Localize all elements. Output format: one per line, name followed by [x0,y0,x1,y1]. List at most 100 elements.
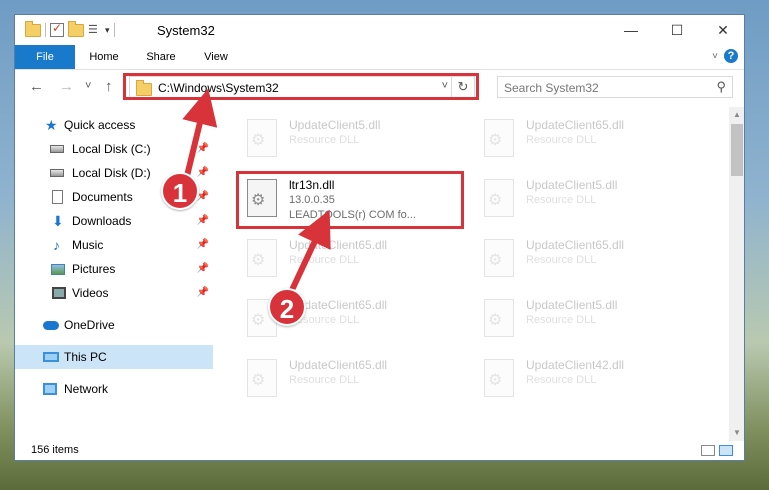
sidebar-item-label: Local Disk (D:) [72,166,151,180]
sidebar-item-label: Quick access [64,118,136,132]
help-icon[interactable]: ? [724,49,738,63]
minimize-button[interactable]: — [608,15,654,45]
file-item[interactable]: UpdateClient5.dll Resource DLL [241,115,471,167]
search-icon[interactable]: ⚲ [716,79,726,95]
video-icon [52,287,66,299]
up-arrow-icon[interactable]: ↑ [105,78,113,95]
file-name: UpdateClient65.dll [526,118,625,132]
search-placeholder: Search System32 [504,81,599,95]
close-button[interactable]: ✕ [700,15,744,45]
toolbar-separator [45,23,46,37]
file-name: UpdateClient65.dll [289,238,388,252]
new-folder-icon[interactable] [68,20,84,37]
toolbar-separator [113,23,115,37]
file-type: Resource DLL [526,314,597,326]
dll-file-icon [247,239,277,277]
sidebar-item-videos[interactable]: Videos 📌 [15,281,213,305]
tab-file[interactable]: File [15,45,75,69]
pin-icon: 📌 [196,167,209,178]
pin-icon: 📌 [196,143,209,154]
sidebar-item-onedrive[interactable]: OneDrive [15,313,213,337]
customize-icon[interactable]: ☰ [88,24,101,36]
drive-icon [50,169,64,177]
picture-icon [51,264,65,275]
step-1-badge: 1 [161,172,199,210]
file-name: UpdateClient65.dll [526,238,625,252]
back-arrow-icon[interactable]: ← [29,78,44,95]
tab-home[interactable]: Home [77,45,131,69]
scrollbar-thumb[interactable] [731,124,743,176]
dll-file-icon [484,179,514,217]
dll-file-icon [484,359,514,397]
file-item[interactable]: UpdateClient5.dll Resource DLL [478,295,708,347]
ribbon-tabs: File Home Share View ˅ ? [15,45,744,70]
properties-checkmark-icon[interactable] [50,21,64,37]
ribbon-controls: ˅ ? [712,49,738,63]
step-2-badge: 2 [268,288,306,326]
file-type: Resource DLL [289,374,360,386]
sidebar-item-pictures[interactable]: Pictures 📌 [15,257,213,281]
title-bar: ☰ ▾ System32 — ☐ ✕ [15,15,744,45]
sidebar-item-downloads[interactable]: ⬇ Downloads 📌 [15,209,213,233]
quick-access-toolbar: ☰ ▾ [25,20,115,38]
file-name: UpdateClient5.dll [526,298,618,312]
maximize-button[interactable]: ☐ [654,15,700,45]
status-bar: 156 items [15,441,744,460]
file-name: UpdateClient65.dll [289,358,388,372]
file-item[interactable]: UpdateClient65.dll Resource DLL [478,115,708,167]
sidebar-item-quick-access[interactable]: ★ Quick access [15,113,213,137]
dll-file-icon [247,359,277,397]
details-view-icon[interactable] [701,445,715,456]
forward-arrow-icon[interactable]: → [59,78,74,95]
file-type: Resource DLL [526,254,597,266]
dll-file-icon [247,119,277,157]
tab-view[interactable]: View [191,45,241,69]
vertical-scrollbar[interactable]: ▲ ▼ [729,107,744,441]
file-name: UpdateClient5.dll [526,178,618,192]
document-icon [52,190,63,204]
scroll-up-icon[interactable]: ▲ [729,107,744,123]
network-icon [43,383,57,395]
dll-file-icon [484,299,514,337]
file-type: Resource DLL [289,254,360,266]
file-type: Resource DLL [526,134,597,146]
file-item[interactable]: UpdateClient65.dll Resource DLL [241,235,471,287]
recent-locations-icon[interactable]: ˅ [85,80,91,92]
file-type: Resource DLL [526,374,597,386]
music-icon: ♪ [53,237,60,253]
sidebar-item-label: This PC [64,350,107,364]
navigation-pane: ★ Quick access Local Disk (C:) 📌 Local D… [15,107,213,437]
sidebar-item-network[interactable]: Network [15,377,213,401]
customize-dropdown-icon[interactable]: ▾ [105,25,110,36]
pin-icon: 📌 [196,215,209,226]
computer-icon [43,352,59,362]
expand-ribbon-icon[interactable]: ˅ [712,51,718,62]
scroll-down-icon[interactable]: ▼ [729,425,744,441]
dll-file-icon [484,239,514,277]
large-icons-view-icon[interactable] [719,445,733,456]
sidebar-item-label: Downloads [72,214,132,228]
file-item[interactable]: UpdateClient65.dll Resource DLL [241,355,471,407]
file-item[interactable]: UpdateClient42.dll Resource DLL [478,355,708,407]
sidebar-item-label: Videos [72,286,109,300]
dll-file-icon [484,119,514,157]
file-name: UpdateClient5.dll [289,118,381,132]
sidebar-item-this-pc[interactable]: This PC [15,345,213,369]
file-item[interactable]: UpdateClient65.dll Resource DLL [478,235,708,287]
window-title: System32 [157,23,215,38]
pin-icon: 📌 [196,263,209,274]
sidebar-item-local-disk-c[interactable]: Local Disk (C:) 📌 [15,137,213,161]
search-input[interactable]: Search System32 ⚲ [497,76,733,98]
download-icon: ⬇ [52,213,64,229]
cloud-icon [43,321,59,330]
file-item[interactable]: UpdateClient5.dll Resource DLL [478,175,708,227]
pin-icon: 📌 [196,287,209,298]
file-name: UpdateClient42.dll [526,358,625,372]
address-highlight-box [123,73,479,100]
tab-share[interactable]: Share [135,45,187,69]
sidebar-item-label: Local Disk (C:) [72,142,151,156]
sidebar-item-music[interactable]: ♪ Music 📌 [15,233,213,257]
sidebar-item-label: OneDrive [64,318,115,332]
pin-icon: 📌 [196,239,209,250]
sidebar-item-label: Music [72,238,104,252]
